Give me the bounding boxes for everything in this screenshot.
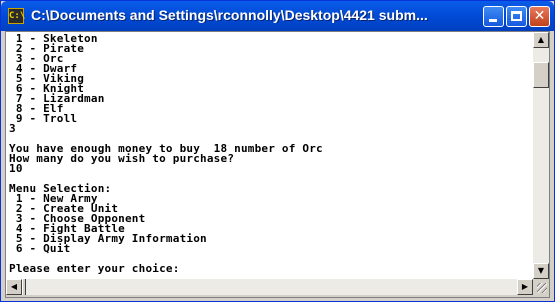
console-line: 4 - Dwarf: [9, 62, 78, 75]
arrow-right-icon: ▶: [521, 282, 529, 291]
console-line: 3 - Orc: [9, 52, 64, 65]
vertical-scroll-thumb[interactable]: [533, 62, 549, 88]
minimize-button[interactable]: [483, 6, 504, 27]
scroll-down-button[interactable]: ▼: [533, 263, 549, 279]
console-line: 7 - Lizardman: [9, 92, 105, 105]
scroll-up-button[interactable]: ▲: [533, 32, 549, 48]
minimize-icon: [489, 19, 497, 22]
console-app-icon[interactable]: C:\: [8, 8, 25, 24]
resize-grip[interactable]: [533, 279, 549, 295]
console-input-prompt[interactable]: Please enter your choice:: [9, 263, 533, 274]
scroll-left-button[interactable]: ◀: [6, 279, 22, 295]
window-title: C:\Documents and Settings\rconnolly\Desk…: [31, 7, 428, 23]
console-output[interactable]: 1 - Skeleton 2 - Pirate 3 - Orc 4 - Dwar…: [6, 32, 533, 279]
console-line: 3: [9, 122, 16, 135]
console-line: How many do you wish to purchase?: [9, 152, 235, 165]
console-line: 10: [9, 162, 23, 175]
arrow-left-icon: ◀: [10, 282, 18, 291]
console-line: 2 - Pirate: [9, 42, 85, 55]
console-line: 5 - Viking: [9, 72, 85, 85]
console-window: C:\ C:\Documents and Settings\rconnolly\…: [0, 0, 555, 302]
console-line: 6 - Quit: [9, 242, 71, 255]
horizontal-scrollbar[interactable]: ◀ ▶: [6, 279, 533, 295]
close-icon: ✕: [533, 8, 546, 24]
console-lines: 1 - Skeleton 2 - Pirate 3 - Orc 4 - Dwar…: [6, 32, 533, 274]
console-line: 1 - Skeleton: [9, 32, 98, 45]
close-button[interactable]: ✕: [529, 6, 550, 27]
maximize-icon: [511, 11, 522, 21]
console-line: 8 - Elf: [9, 102, 64, 115]
console-client-area: 1 - Skeleton 2 - Pirate 3 - Orc 4 - Dwar…: [5, 31, 550, 298]
console-line: 9 - Troll: [9, 112, 78, 125]
scroll-right-button[interactable]: ▶: [517, 279, 533, 295]
console-line: 5 - Display Army Information: [9, 232, 207, 245]
resize-grip-icon: [537, 283, 547, 293]
vertical-scrollbar[interactable]: ▲ ▼: [533, 32, 549, 279]
arrow-up-icon: ▲: [537, 35, 545, 44]
maximize-button[interactable]: [506, 6, 527, 27]
arrow-down-icon: ▼: [537, 266, 545, 275]
title-bar[interactable]: C:\ C:\Documents and Settings\rconnolly\…: [1, 1, 554, 31]
horizontal-scroll-thumb[interactable]: [22, 279, 26, 295]
